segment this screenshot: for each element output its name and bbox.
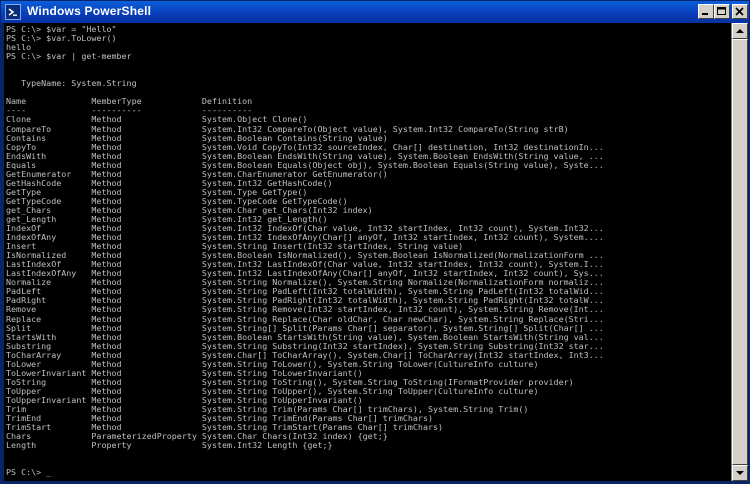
close-icon xyxy=(735,7,744,16)
console-line: PS C:\> $var | get-member xyxy=(6,51,132,62)
window-title: Windows PowerShell xyxy=(27,4,152,18)
scroll-up-button[interactable] xyxy=(732,23,748,39)
arrow-up-icon xyxy=(736,29,744,33)
scroll-thumb[interactable] xyxy=(732,39,748,465)
maximize-button[interactable] xyxy=(714,4,730,19)
vertical-scrollbar[interactable] xyxy=(731,23,748,481)
console-text[interactable]: PS C:\> $var = "Hello" PS C:\> $var.ToLo… xyxy=(4,23,731,477)
scroll-down-button[interactable] xyxy=(732,465,748,481)
maximize-icon xyxy=(717,7,726,15)
console-line: TypeName: System.String xyxy=(6,78,137,89)
console-line: PS C:\> _ xyxy=(6,467,52,478)
minimize-icon xyxy=(702,13,708,15)
console-output[interactable]: PS C:\> $var = "Hello" PS C:\> $var.ToLo… xyxy=(4,23,731,481)
arrow-down-icon xyxy=(736,471,744,475)
powershell-icon[interactable] xyxy=(5,4,21,20)
minimize-button[interactable] xyxy=(698,4,714,19)
title-bar[interactable]: Windows PowerShell xyxy=(1,1,749,23)
console-line: Length Property System.Int32 Length {get… xyxy=(6,440,333,451)
close-button[interactable] xyxy=(732,4,748,19)
powershell-window: Windows PowerShell PS C:\> $var = "Hello… xyxy=(0,0,750,484)
